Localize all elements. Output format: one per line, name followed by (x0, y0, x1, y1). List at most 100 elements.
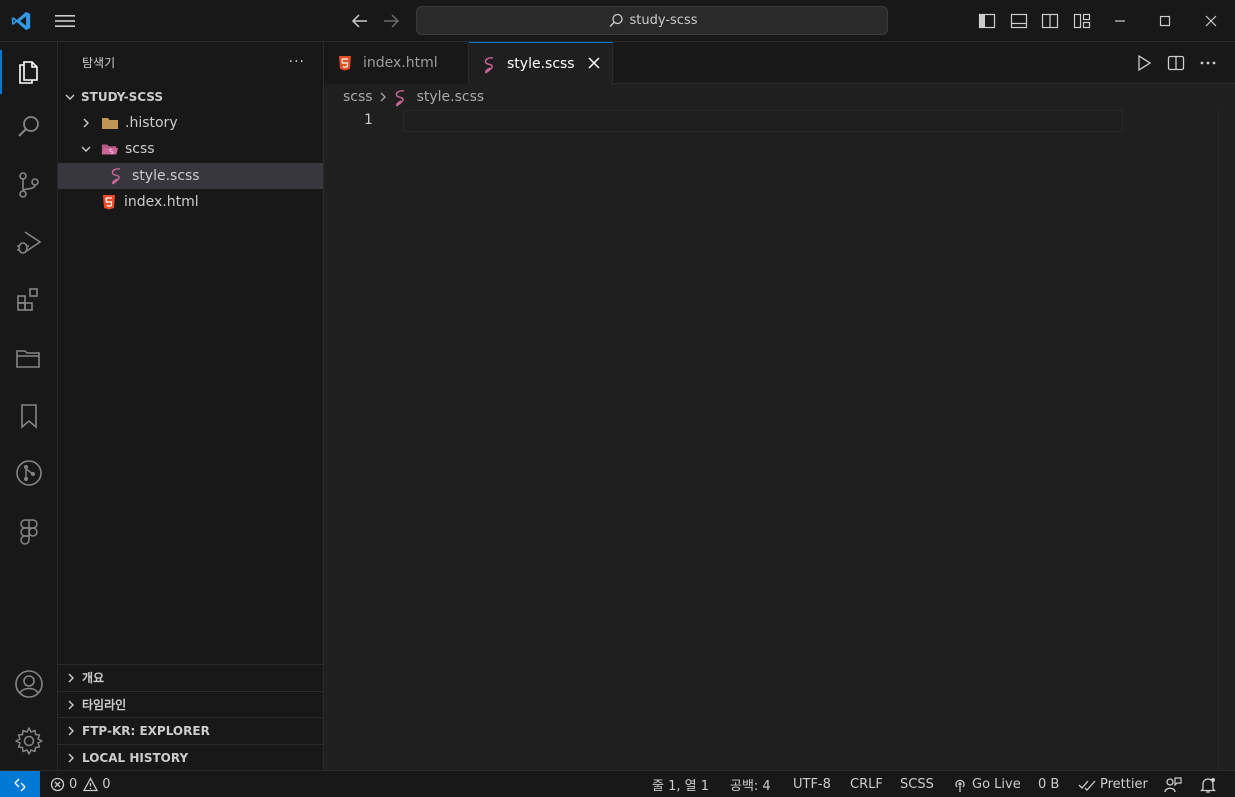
close-tab-icon[interactable] (586, 55, 602, 71)
file-size: 0 B (1038, 777, 1060, 792)
sass-file-icon (108, 167, 126, 185)
explorer-sidebar: 탐색기 ··· STUDY-SCSS .history scss style.s… (58, 42, 324, 770)
tab-style-scss[interactable]: style.scss (469, 42, 613, 85)
error-icon (50, 777, 65, 792)
section-label: 타임라인 (82, 698, 127, 712)
search-icon[interactable] (13, 111, 45, 143)
remote-indicator[interactable] (0, 771, 40, 797)
folder-icon[interactable] (13, 342, 45, 374)
html5-file-icon (100, 193, 118, 211)
breadcrumb-item[interactable]: style.scss (417, 89, 485, 105)
search-text: study-scss (629, 13, 698, 28)
code-editor[interactable]: 1 (324, 108, 1235, 770)
tab-label: style.scss (507, 56, 575, 72)
chevron-down-icon (62, 89, 78, 105)
maximize-icon[interactable] (1155, 11, 1175, 31)
section-local-history[interactable]: LOCAL HISTORY (58, 744, 323, 770)
vscode-logo-icon (11, 11, 31, 31)
workspace-root[interactable]: STUDY-SCSS (58, 84, 323, 110)
broadcast-icon (955, 779, 965, 792)
line-number: 1 (364, 112, 373, 128)
figma-icon[interactable] (13, 515, 45, 547)
bookmark-icon[interactable] (13, 400, 45, 432)
notifications-button[interactable] (1200, 771, 1220, 797)
sass-file-icon (482, 56, 498, 74)
error-count: 0 (69, 777, 78, 792)
chevron-right-icon (60, 671, 82, 685)
section-timeline[interactable]: 타임라인 (58, 691, 323, 717)
search-icon (609, 13, 623, 27)
chevron-right-icon (377, 91, 389, 103)
warning-icon (83, 777, 99, 792)
run-icon[interactable] (1134, 53, 1154, 73)
feedback-button[interactable] (1164, 771, 1186, 797)
cursor-position[interactable]: 줄 1, 열 1 (652, 771, 709, 797)
section-label: FTP-KR: EXPLORER (82, 723, 210, 738)
command-center-search[interactable]: study-scss (416, 6, 888, 35)
breadcrumb: scss style.scss (343, 86, 484, 108)
section-ftp-explorer[interactable]: FTP-KR: EXPLORER (58, 717, 323, 743)
warning-count: 0 (102, 777, 111, 792)
more-actions-icon[interactable] (1198, 53, 1218, 73)
encoding[interactable]: UTF-8 (793, 771, 831, 797)
tree-item-label: .history (125, 115, 178, 131)
tree-item-label: scss (125, 141, 155, 157)
chevron-right-icon (60, 751, 82, 765)
account-icon[interactable] (13, 668, 45, 700)
chevron-down-icon (78, 141, 94, 157)
toggle-panel-icon[interactable] (1009, 11, 1029, 31)
back-arrow-icon[interactable] (350, 11, 370, 31)
double-check-icon (1078, 780, 1096, 791)
tree-item-scss-folder[interactable]: scss (58, 136, 323, 162)
chevron-right-icon (78, 115, 94, 131)
forward-arrow-icon[interactable] (381, 11, 401, 31)
sidebar-title: 탐색기 (82, 56, 116, 70)
status-bar: 0 0 줄 1, 열 1 공백: 4 UTF-8 CRLF SCSS Go Li… (0, 770, 1235, 797)
tree-item-index-html[interactable]: index.html (58, 189, 323, 215)
explorer-icon[interactable] (13, 54, 45, 86)
current-line-highlight (403, 110, 1123, 132)
tree-item-label: index.html (124, 194, 199, 210)
tree-item-style-scss[interactable]: style.scss (58, 163, 323, 189)
minimize-icon[interactable] (1110, 11, 1130, 31)
menu-icon[interactable] (54, 12, 76, 30)
vertical-scrollbar[interactable] (1218, 110, 1219, 770)
settings-gear-icon[interactable] (13, 725, 45, 757)
git-graph-icon[interactable] (13, 457, 45, 489)
go-live-button[interactable]: Go Live (952, 771, 1021, 797)
html5-file-icon (338, 55, 354, 71)
line-ending[interactable]: CRLF (850, 771, 883, 797)
close-window-icon[interactable] (1201, 11, 1221, 31)
workspace-root-label: STUDY-SCSS (81, 90, 163, 104)
section-outline[interactable]: 개요 (58, 664, 323, 690)
sidebar-more-actions[interactable]: ··· (289, 54, 305, 70)
tab-label: index.html (363, 55, 438, 71)
source-control-icon[interactable] (13, 169, 45, 201)
folder-closed-icon (101, 114, 119, 132)
section-label: LOCAL HISTORY (82, 750, 189, 765)
breadcrumb-item[interactable]: scss (343, 89, 373, 105)
indentation[interactable]: 공백: 4 (730, 771, 771, 797)
tab-index-html[interactable]: index.html (324, 42, 469, 84)
split-editor-icon[interactable] (1166, 53, 1186, 73)
active-indicator (0, 50, 2, 94)
bell-icon (1200, 777, 1216, 793)
activity-bar (0, 42, 58, 770)
customize-layout-icon[interactable] (1072, 11, 1092, 31)
tree-item-label: style.scss (132, 168, 200, 184)
tree-item-history[interactable]: .history (58, 110, 323, 136)
prettier-label: Prettier (1100, 777, 1148, 792)
toggle-secondary-sidebar-icon[interactable] (1040, 11, 1060, 31)
sass-file-icon (393, 89, 409, 107)
title-bar: study-scss (0, 0, 1235, 42)
toggle-primary-sidebar-icon[interactable] (977, 11, 997, 31)
scss-folder-open-icon (101, 140, 119, 158)
run-debug-icon[interactable] (13, 226, 45, 258)
language-mode[interactable]: SCSS (900, 771, 934, 797)
section-label: 개요 (82, 671, 105, 685)
extensions-icon[interactable] (13, 284, 45, 316)
prettier-status[interactable]: Prettier (1078, 771, 1148, 797)
feedback-person-icon (1164, 776, 1182, 792)
problems-indicator[interactable]: 0 0 (50, 771, 111, 797)
remote-icon (14, 778, 26, 791)
